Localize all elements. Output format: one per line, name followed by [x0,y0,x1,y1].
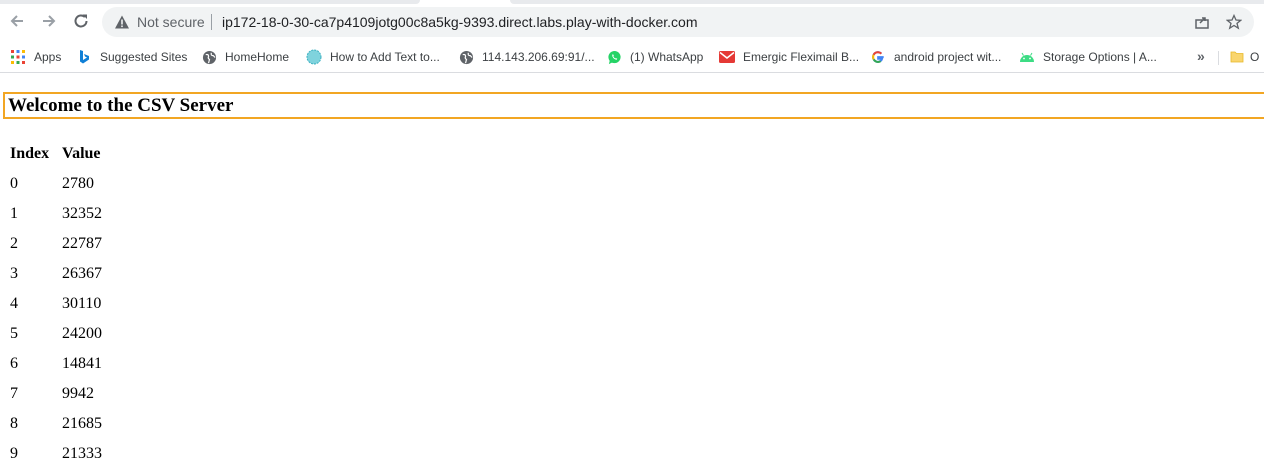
bookmarks-overflow-button[interactable]: » [1197,48,1205,64]
value-cell: 22787 [62,235,102,252]
bookmark-label: Emergic Fleximail B... [743,50,860,64]
value-cell: 21333 [62,445,102,462]
web-page: Welcome to the CSV Server Index Value 0 2… [0,73,1264,469]
google-icon [870,49,886,65]
value-cell: 26367 [62,265,102,282]
bookmark-label: Suggested Sites [100,50,188,64]
value-cell: 32352 [62,205,102,222]
tab-strip-left [0,0,420,4]
index-cell: 8 [10,415,18,432]
index-cell: 9 [10,445,18,462]
arrow-left-icon [10,15,23,27]
index-cell: 0 [10,175,18,192]
bookmark-suggested-sites[interactable]: Suggested Sites [76,47,187,67]
browser-toolbar: Not secure ip172-18-0-30-ca7p4109jotg00c… [0,0,1264,42]
security-status[interactable]: Not secure [137,14,205,30]
bookmark-label: HomeHome [225,50,290,64]
tab-strip-right [510,0,1264,4]
bookmark-whatsapp[interactable]: (1) WhatsApp [606,47,703,67]
bookmark-storage-options[interactable]: Storage Options | A... [1019,47,1157,67]
index-cell: 3 [10,265,18,282]
column-header-index: Index [10,145,50,162]
value-cell: 14841 [62,355,102,372]
back-button[interactable] [6,10,28,32]
arrow-right-icon [43,15,56,27]
value-cell: 21685 [62,415,102,432]
globe-icon [458,49,474,65]
bookmark-how-to-add-text[interactable]: How to Add Text to... [306,47,440,67]
index-cell: 6 [10,355,18,372]
bookmark-android-project[interactable]: android project wit... [870,47,1001,67]
folder-icon [1230,50,1244,64]
index-cell: 4 [10,295,18,312]
other-bookmarks-label: O [1250,50,1260,64]
csv-table: Index Value 0 2780 1 32352 2 22787 3 26367 4… [8,139,114,469]
forward-button[interactable] [38,10,60,32]
index-cell: 7 [10,385,18,402]
address-bar[interactable]: Not secure ip172-18-0-30-ca7p4109jotg00c… [102,7,1254,37]
url-text[interactable]: ip172-18-0-30-ca7p4109jotg00c8a5kg-9393.… [222,14,698,30]
bookmark-label: How to Add Text to... [330,50,440,64]
star-icon[interactable] [1225,13,1243,31]
teal-circle-icon [306,49,322,65]
bookmarks-bar: Apps Suggested Sites HomeHome How to Add… [0,42,1264,73]
table-row: 7 9942 [10,379,112,409]
index-cell: 2 [10,235,18,252]
bookmark-label: Apps [34,50,62,64]
bookmark-emergic-fleximail[interactable]: Emergic Fleximail B... [719,47,859,67]
table-row: 8 21685 [10,409,112,439]
bookmark-label: android project wit... [894,50,1002,64]
table-row: 1 32352 [10,199,112,229]
mail-icon [719,49,735,65]
bing-icon [76,49,92,65]
apps-grid-icon [10,49,26,65]
reload-icon [74,14,88,28]
bookmark-label: (1) WhatsApp [630,50,704,64]
bookmark-homehome[interactable]: HomeHome [201,47,289,67]
bookmark-apps[interactable]: Apps [10,47,61,67]
value-cell: 2780 [62,175,94,192]
value-cell: 9942 [62,385,94,402]
value-cell: 24200 [62,325,102,342]
page-heading: Welcome to the CSV Server [3,92,1264,119]
android-icon [1019,49,1035,65]
table-row: 4 30110 [10,289,112,319]
bookmark-label: Storage Options | A... [1043,50,1157,64]
table-row: 5 24200 [10,319,112,349]
table-row: 2 22787 [10,229,112,259]
other-bookmarks[interactable]: O [1230,47,1259,67]
whatsapp-icon [606,49,622,65]
reload-button[interactable] [70,10,92,32]
value-cell: 30110 [62,295,102,312]
index-cell: 5 [10,325,18,342]
warning-icon[interactable] [114,14,130,35]
address-separator [211,14,212,30]
bookmark-label: 114.143.206.69:91/... [482,50,595,64]
globe-icon [201,49,217,65]
bookmark-ip-address[interactable]: 114.143.206.69:91/... [458,47,595,67]
table-row: 3 26367 [10,259,112,289]
share-icon[interactable] [1193,13,1211,31]
table-row: 9 21333 [10,439,112,469]
column-header-value: Value [62,145,101,162]
index-cell: 1 [10,205,18,222]
bookmarks-divider [1218,51,1219,65]
table-row: 6 14841 [10,349,112,379]
table-row: 0 2780 [10,169,112,199]
table-header-row: Index Value [10,139,112,169]
